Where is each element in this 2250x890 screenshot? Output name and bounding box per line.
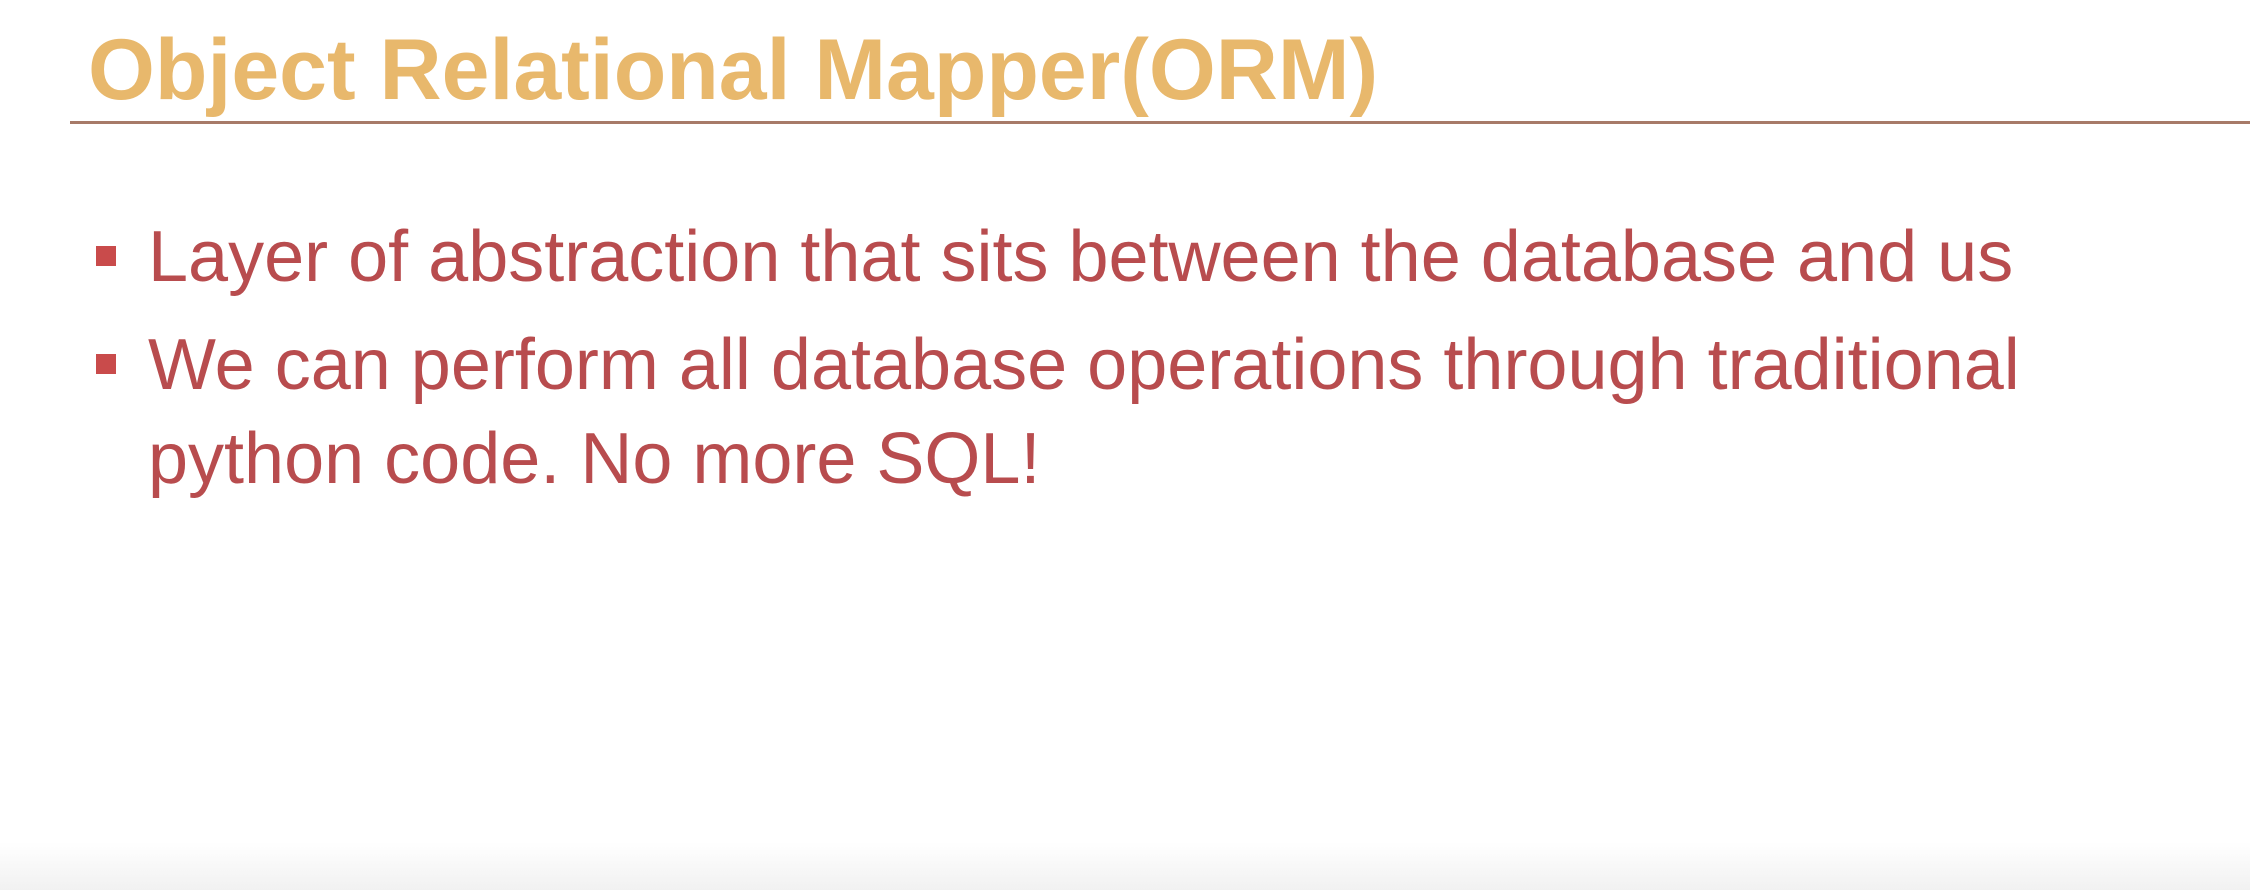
bullet-item: We can perform all database operations t… [96,318,2226,506]
title-divider [70,121,2250,124]
slide-title: Object Relational Mapper(ORM) [88,22,1379,118]
bullet-list: Layer of abstraction that sits between t… [96,210,2226,520]
slide: Object Relational Mapper(ORM) Layer of a… [0,0,2250,890]
square-bullet-icon [96,354,116,374]
bullet-item: Layer of abstraction that sits between t… [96,210,2226,304]
bullet-text: We can perform all database operations t… [148,325,2020,499]
bullet-text: Layer of abstraction that sits between t… [148,217,2014,297]
bottom-edge-shade [0,842,2250,890]
square-bullet-icon [96,246,116,266]
